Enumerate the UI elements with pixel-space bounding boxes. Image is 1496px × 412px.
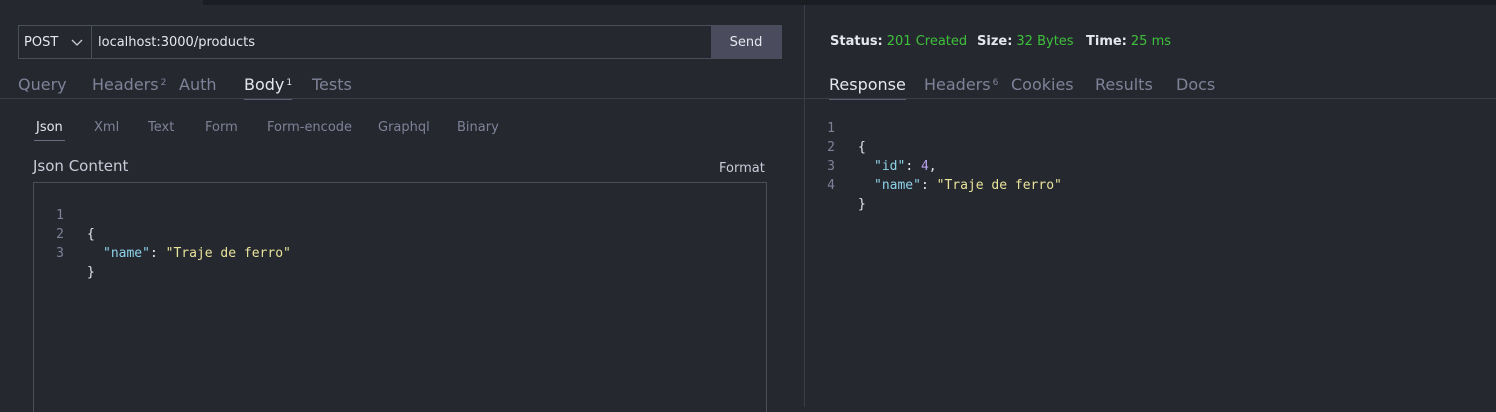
response-viewer[interactable]: 1 { 2 "id": 4, 3 "name": "Traje de ferro… xyxy=(805,100,1496,212)
code-text: } xyxy=(858,197,866,212)
body-tab-form[interactable]: Form xyxy=(205,120,238,135)
send-button[interactable]: Send xyxy=(711,26,781,58)
code-line: 4 } xyxy=(805,157,1496,212)
code-text: "name": "Traje de ferro" xyxy=(874,176,1062,195)
tab-label: Response xyxy=(829,75,906,94)
tab-tests[interactable]: Tests xyxy=(312,75,352,94)
time-label: Time: xyxy=(1086,34,1127,49)
body-tab-binary[interactable]: Binary xyxy=(457,120,499,135)
url-input[interactable]: localhost:3000/products xyxy=(92,26,711,58)
tab-headers[interactable]: Headers 2 xyxy=(92,75,166,94)
code-line: 1 { xyxy=(34,187,766,242)
json-key: "name" xyxy=(103,246,150,261)
tab-label: Auth xyxy=(179,75,217,94)
body-tab-graphql[interactable]: Graphql xyxy=(378,120,430,135)
code-line: 2 "id": 4, xyxy=(805,119,1496,174)
time-info: Time: 25 ms xyxy=(1086,34,1171,49)
status-label: Status: xyxy=(830,34,883,49)
method-value: POST xyxy=(24,34,59,50)
body-tab-json[interactable]: Json xyxy=(34,120,65,141)
tab-cookies[interactable]: Cookies xyxy=(1011,75,1074,94)
tabs-divider xyxy=(805,98,1496,99)
tab-label: Results xyxy=(1095,75,1153,94)
size-value: 32 Bytes xyxy=(1016,34,1074,49)
tab-body[interactable]: Body 1 xyxy=(244,75,293,100)
tab-badge: 2 xyxy=(160,78,167,88)
tab-docs[interactable]: Docs xyxy=(1176,75,1215,94)
tab-label: Tests xyxy=(312,75,352,94)
tab-label: Query xyxy=(18,75,67,94)
method-select[interactable]: POST xyxy=(19,26,92,58)
tab-query[interactable]: Query xyxy=(18,75,67,94)
format-button[interactable]: Format xyxy=(719,161,765,176)
tab-label: Docs xyxy=(1176,75,1216,94)
tab-response-headers[interactable]: Headers 6 xyxy=(924,75,998,94)
code-line: 3 "name": "Traje de ferro" xyxy=(805,138,1496,193)
tab-badge: 1 xyxy=(286,78,293,88)
tab-results[interactable]: Results xyxy=(1095,75,1153,94)
json-content-title: Json Content xyxy=(33,157,129,175)
status-info: Status: 201 Created xyxy=(830,34,967,49)
request-bar: POST localhost:3000/products Send xyxy=(18,25,782,59)
tabs-divider xyxy=(0,98,804,99)
json-value: "Traje de ferro" xyxy=(936,178,1062,193)
tab-label: Cookies xyxy=(1011,75,1074,94)
size-info: Size: 32 Bytes xyxy=(977,34,1074,49)
json-sep: : xyxy=(149,246,166,261)
tab-auth[interactable]: Auth xyxy=(179,75,217,94)
body-tab-text[interactable]: Text xyxy=(148,120,174,135)
code-line: 1 { xyxy=(805,100,1496,155)
code-text: "name": "Traje de ferro" xyxy=(103,244,291,263)
tab-response[interactable]: Response xyxy=(829,75,906,100)
line-number: 4 xyxy=(827,178,835,193)
code-line: 2 "name": "Traje de ferro" xyxy=(34,206,766,261)
line-number: 3 xyxy=(56,246,64,261)
json-sep: : xyxy=(920,178,937,193)
body-tab-xml[interactable]: Xml xyxy=(94,120,119,135)
json-value: "Traje de ferro" xyxy=(165,246,291,261)
time-value: 25 ms xyxy=(1130,34,1172,49)
tab-label: Headers xyxy=(92,75,159,94)
request-pane: POST localhost:3000/products Send Query … xyxy=(0,5,804,412)
body-tab-form-encode[interactable]: Form-encode xyxy=(267,120,352,135)
response-pane: Status: 201 Created Size: 32 Bytes Time:… xyxy=(805,5,1496,407)
code-text: } xyxy=(87,265,95,280)
size-label: Size: xyxy=(977,34,1013,49)
json-key: "name" xyxy=(874,178,921,193)
tab-label: Body xyxy=(244,75,285,94)
tab-badge: 6 xyxy=(992,78,999,88)
json-body-editor[interactable]: 1 { 2 "name": "Traje de ferro" 3 } xyxy=(33,182,767,412)
code-line: 3 } xyxy=(34,225,766,280)
chevron-down-icon xyxy=(71,39,83,46)
tab-label: Headers xyxy=(924,75,991,94)
status-value: 201 Created xyxy=(886,34,968,49)
